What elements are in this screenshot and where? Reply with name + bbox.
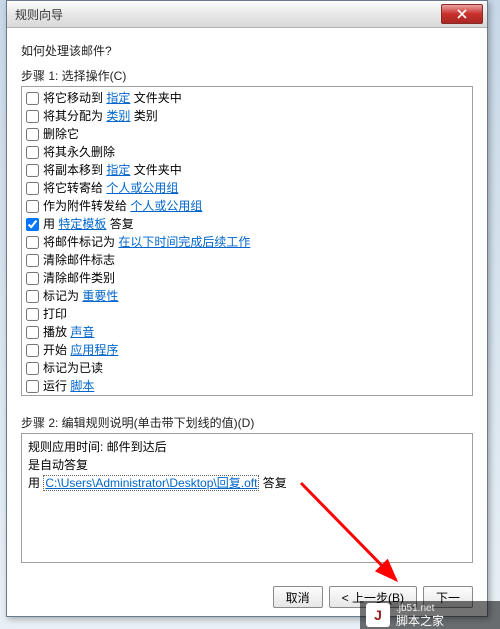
action-checkbox[interactable] xyxy=(26,164,39,177)
action-checkbox[interactable] xyxy=(26,218,39,231)
action-item[interactable]: 播放 声音 xyxy=(24,323,470,341)
action-text: 标记为 重要性 xyxy=(43,287,118,305)
action-text: 将邮件标记为 在以下时间完成后续工作 xyxy=(43,233,250,251)
watermark: J .jb51.net 脚本之家 xyxy=(360,601,500,629)
action-item[interactable]: 将其永久删除 xyxy=(24,143,470,161)
dialog-content: 如何处理该邮件? 步骤 1: 选择操作(C) 将它移动到 指定 文件夹中将其分配… xyxy=(7,28,487,613)
watermark-site: .jb51.net xyxy=(396,603,444,615)
action-checkbox[interactable] xyxy=(26,128,39,141)
action-text: 清除邮件类别 xyxy=(43,269,115,287)
action-text: 将它移动到 指定 文件夹中 xyxy=(43,89,182,107)
action-item[interactable]: 将它转寄给 个人或公用组 xyxy=(24,179,470,197)
action-checkbox[interactable] xyxy=(26,326,39,339)
action-text: 打印 xyxy=(43,305,67,323)
action-checkbox[interactable] xyxy=(26,92,39,105)
action-text: 播放 声音 xyxy=(43,323,94,341)
action-value-link[interactable]: 个人或公用组 xyxy=(130,199,202,213)
action-item[interactable]: 将它移动到 指定 文件夹中 xyxy=(24,89,470,107)
action-item[interactable]: 作为附件转发给 个人或公用组 xyxy=(24,197,470,215)
action-text: 运行 脚本 xyxy=(43,377,94,395)
action-checkbox[interactable] xyxy=(26,362,39,375)
close-button[interactable] xyxy=(441,4,483,24)
action-value-link[interactable]: 个人或公用组 xyxy=(106,181,178,195)
action-item[interactable]: 清除邮件标志 xyxy=(24,251,470,269)
close-icon xyxy=(457,9,467,19)
action-checkbox[interactable] xyxy=(26,272,39,285)
cancel-button[interactable]: 取消 xyxy=(273,586,323,608)
action-text: 作为附件转发给 个人或公用组 xyxy=(43,197,202,215)
desc-line-3: 用 C:\Users\Administrator\Desktop\回复.oft … xyxy=(28,474,466,492)
action-checkbox[interactable] xyxy=(26,344,39,357)
desc-line-2: 是自动答复 xyxy=(28,456,466,474)
action-text: 开始 应用程序 xyxy=(43,341,118,359)
action-item[interactable]: 删除它 xyxy=(24,125,470,143)
step2-label: 步骤 2: 编辑规则说明(单击带下划线的值)(D) xyxy=(21,414,473,431)
action-checkbox[interactable] xyxy=(26,290,39,303)
action-value-link[interactable]: 指定 xyxy=(106,163,130,177)
rules-wizard-dialog: 规则向导 如何处理该邮件? 步骤 1: 选择操作(C) 将它移动到 指定 文件夹… xyxy=(6,0,488,617)
action-item[interactable]: 将其分配为 类别 类别 xyxy=(24,107,470,125)
action-value-link[interactable]: 脚本 xyxy=(70,379,94,393)
question-label: 如何处理该邮件? xyxy=(21,42,473,59)
action-value-link[interactable]: 指定 xyxy=(106,91,130,105)
action-text: 删除它 xyxy=(43,125,79,143)
action-text: 用 特定模板 答复 xyxy=(43,215,134,233)
action-item[interactable]: 标记为 重要性 xyxy=(24,287,470,305)
action-item[interactable]: 清除邮件类别 xyxy=(24,269,470,287)
action-text: 将副本移到 指定 文件夹中 xyxy=(43,161,182,179)
action-checkbox[interactable] xyxy=(26,380,39,393)
action-value-link[interactable]: 应用程序 xyxy=(70,343,118,357)
action-value-link[interactable]: 在以下时间完成后续工作 xyxy=(118,235,250,249)
dialog-title: 规则向导 xyxy=(15,6,441,23)
action-checkbox[interactable] xyxy=(26,110,39,123)
action-text: 清除邮件标志 xyxy=(43,251,115,269)
action-checkbox[interactable] xyxy=(26,200,39,213)
action-checkbox[interactable] xyxy=(26,182,39,195)
action-value-link[interactable]: 类别 xyxy=(106,109,130,123)
desc-line-1: 规则应用时间: 邮件到达后 xyxy=(28,438,466,456)
watermark-text: 脚本之家 xyxy=(396,615,444,627)
action-value-link[interactable]: 重要性 xyxy=(82,289,118,303)
action-item[interactable]: 开始 应用程序 xyxy=(24,341,470,359)
action-checkbox[interactable] xyxy=(26,254,39,267)
watermark-logo-icon: J xyxy=(366,603,390,627)
action-text: 将其永久删除 xyxy=(43,143,115,161)
action-item[interactable]: 打印 xyxy=(24,305,470,323)
action-value-link[interactable]: 声音 xyxy=(70,325,94,339)
titlebar[interactable]: 规则向导 xyxy=(7,1,487,28)
action-checkbox[interactable] xyxy=(26,308,39,321)
action-item[interactable]: 将邮件标记为 在以下时间完成后续工作 xyxy=(24,233,470,251)
action-item[interactable]: 运行 脚本 xyxy=(24,377,470,395)
action-item[interactable]: 标记为已读 xyxy=(24,359,470,377)
action-item[interactable]: 将副本移到 指定 文件夹中 xyxy=(24,161,470,179)
action-value-link[interactable]: 特定模板 xyxy=(58,217,106,231)
action-text: 将其分配为 类别 类别 xyxy=(43,107,158,125)
action-checkbox[interactable] xyxy=(26,146,39,159)
step1-label: 步骤 1: 选择操作(C) xyxy=(21,67,473,84)
action-checkbox[interactable] xyxy=(26,236,39,249)
template-path-link[interactable]: C:\Users\Administrator\Desktop\回复.oft xyxy=(43,475,259,491)
actions-listbox[interactable]: 将它移动到 指定 文件夹中将其分配为 类别 类别删除它将其永久删除将副本移到 指… xyxy=(21,86,473,396)
action-text: 标记为已读 xyxy=(43,359,103,377)
rule-description-box[interactable]: 规则应用时间: 邮件到达后 是自动答复 用 C:\Users\Administr… xyxy=(21,433,473,563)
action-item[interactable]: 用 特定模板 答复 xyxy=(24,215,470,233)
action-text: 将它转寄给 个人或公用组 xyxy=(43,179,178,197)
